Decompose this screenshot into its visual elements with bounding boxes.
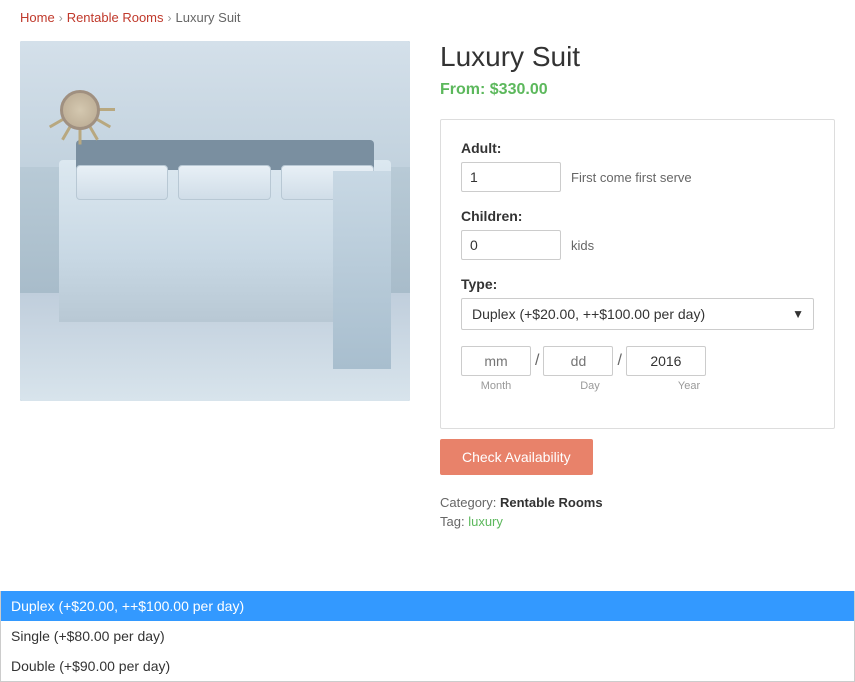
bed-scene — [20, 41, 410, 401]
date-month-input[interactable] — [461, 346, 531, 376]
room-price: From: $330.00 — [440, 81, 835, 99]
adult-group: Adult: First come first serve — [461, 140, 814, 192]
meta-info: Category: Rentable Rooms Tag: luxury — [440, 495, 835, 529]
children-input[interactable] — [461, 230, 561, 260]
curtain-left — [333, 171, 363, 369]
date-year-input[interactable] — [626, 346, 706, 376]
children-hint: kids — [571, 238, 594, 253]
breadcrumb: Home › Rentable Rooms › Luxury Suit — [20, 10, 835, 25]
date-row: / / — [461, 346, 814, 376]
type-select[interactable]: Duplex (+$20.00, ++$100.00 per day) Sing… — [461, 298, 814, 330]
adult-input[interactable] — [461, 162, 561, 192]
bed-pillows — [76, 165, 374, 200]
dropdown-option-duplex[interactable]: Duplex (+$20.00, ++$100.00 per day) — [1, 591, 854, 621]
date-labels: Month Day Year — [461, 380, 814, 392]
breadcrumb-current: Luxury Suit — [176, 10, 241, 25]
category-value: Rentable Rooms — [500, 495, 603, 510]
category-label: Category: — [440, 495, 496, 510]
children-row: kids — [461, 230, 814, 260]
tag-label: Tag: — [440, 514, 465, 529]
type-label: Type: — [461, 276, 814, 292]
adult-hint: First come first serve — [571, 170, 692, 185]
type-dropdown-open: Duplex (+$20.00, ++$100.00 per day) Sing… — [0, 591, 855, 682]
category-row: Category: Rentable Rooms — [440, 495, 835, 510]
dropdown-option-double[interactable]: Double (+$90.00 per day) — [1, 651, 854, 681]
sunburst-mirror — [40, 70, 120, 150]
room-image — [20, 41, 410, 401]
type-group: Type: Duplex (+$20.00, ++$100.00 per day… — [461, 276, 814, 330]
type-select-wrapper: Duplex (+$20.00, ++$100.00 per day) Sing… — [461, 298, 814, 330]
page-wrapper: Home › Rentable Rooms › Luxury Suit — [0, 0, 855, 563]
tag-row: Tag: luxury — [440, 514, 835, 529]
date-year-label: Year — [649, 380, 729, 392]
dropdown-option-single[interactable]: Single (+$80.00 per day) — [1, 621, 854, 651]
adult-row: First come first serve — [461, 162, 814, 192]
room-details: Luxury Suit From: $330.00 Adult: First c… — [440, 41, 835, 533]
breadcrumb-sep1: › — [59, 11, 63, 25]
breadcrumb-home[interactable]: Home — [20, 10, 55, 25]
pillow-left — [76, 165, 169, 200]
date-group: / / Month Day Year — [461, 346, 814, 392]
room-title: Luxury Suit — [440, 41, 835, 73]
booking-form: Adult: First come first serve Children: … — [440, 119, 835, 429]
children-label: Children: — [461, 208, 814, 224]
room-image-inner — [20, 41, 410, 401]
date-sep2: / — [617, 352, 621, 370]
pillow-center — [178, 165, 271, 200]
date-day-input[interactable] — [543, 346, 613, 376]
date-sep1: / — [535, 352, 539, 370]
content-area: Luxury Suit From: $330.00 Adult: First c… — [20, 41, 835, 533]
breadcrumb-rentable-rooms[interactable]: Rentable Rooms — [67, 10, 164, 25]
date-day-label: Day — [555, 380, 625, 392]
tag-value-link[interactable]: luxury — [468, 514, 503, 529]
mirror-glass — [60, 90, 100, 130]
date-month-label: Month — [461, 380, 531, 392]
check-availability-button[interactable]: Check Availability — [440, 439, 593, 475]
children-group: Children: kids — [461, 208, 814, 260]
curtain-right — [361, 171, 391, 369]
breadcrumb-sep2: › — [168, 11, 172, 25]
adult-label: Adult: — [461, 140, 814, 156]
